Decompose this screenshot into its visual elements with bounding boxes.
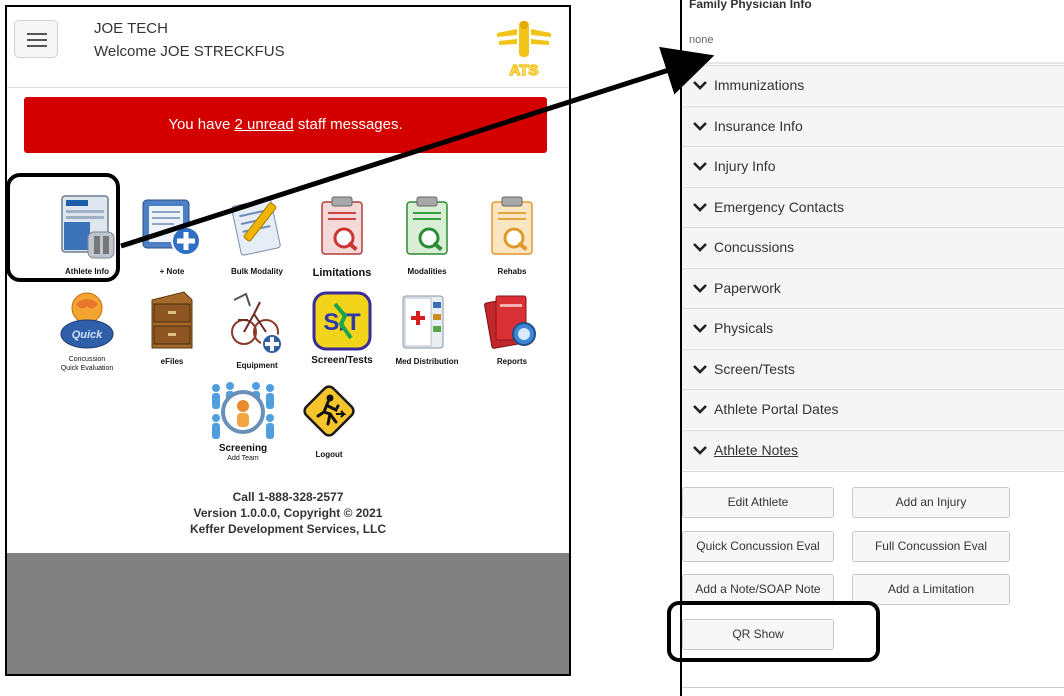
- section-label: Paperwork: [714, 280, 781, 296]
- user-name: JOE TECH: [94, 20, 168, 37]
- chevron-down-icon: [693, 203, 707, 212]
- section-label: Insurance Info: [714, 118, 803, 134]
- athlete-info-screen: Family Physician Info none Immunizations…: [680, 0, 1064, 696]
- tile-screening[interactable]: Screening Add Team: [198, 380, 288, 470]
- section-label: Physicals: [714, 320, 774, 336]
- full-concussion-eval-button[interactable]: Full Concussion Eval: [852, 531, 1010, 562]
- tile-reports[interactable]: Reports: [467, 290, 557, 380]
- chevron-down-icon: [693, 324, 707, 333]
- ats-logo: ATS: [497, 21, 551, 77]
- section-paperwork[interactable]: Paperwork: [682, 268, 1064, 308]
- section-emergency-contacts[interactable]: Emergency Contacts: [682, 187, 1064, 227]
- section-label: Injury Info: [714, 158, 776, 174]
- tile-label: Logout: [315, 450, 343, 459]
- reports-icon: [484, 295, 536, 349]
- quick-concussion-eval-button[interactable]: Quick Concussion Eval: [682, 531, 834, 562]
- tile-logout[interactable]: Logout: [284, 380, 374, 470]
- logout-icon: [303, 385, 355, 437]
- modalities-icon: [406, 196, 448, 255]
- note-icon: [142, 199, 201, 256]
- tile-screen-tests[interactable]: S/T Screen/Tests: [297, 290, 387, 380]
- section-screen-tests[interactable]: Screen/Tests: [682, 349, 1064, 389]
- welcome-text: Welcome JOE STRECKFUS: [94, 43, 285, 60]
- section-label: Concussions: [714, 239, 795, 255]
- company-name: Keffer Development Services, LLC: [189, 522, 387, 536]
- tile-label-main: Concussion: [68, 356, 106, 363]
- tile-label: Rehabs: [497, 267, 527, 276]
- family-physician-value: none: [689, 34, 714, 46]
- section-label: Athlete Portal Dates: [714, 401, 839, 417]
- chevron-down-icon: [693, 122, 707, 131]
- tile-rehabs[interactable]: Rehabs: [467, 194, 557, 284]
- ats-logo-text: ATS: [510, 62, 539, 77]
- hamburger-menu-button[interactable]: [14, 20, 58, 58]
- chevron-down-icon: [693, 405, 707, 414]
- rehabs-icon: [491, 196, 533, 255]
- section-physicals[interactable]: Physicals: [682, 308, 1064, 348]
- section-athlete-portal-dates[interactable]: Athlete Portal Dates: [682, 389, 1064, 429]
- support-phone: Call 1-888-328-2577: [232, 490, 344, 504]
- chevron-down-icon: [693, 81, 707, 90]
- section-immunizations[interactable]: Immunizations: [682, 65, 1064, 105]
- gray-footer-area: [7, 553, 569, 674]
- section-insurance-info[interactable]: Insurance Info: [682, 106, 1064, 146]
- efiles-icon: [151, 291, 193, 349]
- tile-med-distribution[interactable]: Med Distribution: [382, 290, 472, 380]
- unread-messages-link[interactable]: 2 unread: [235, 116, 294, 133]
- chevron-down-icon: [693, 365, 707, 374]
- concussion-icon: Quick: [60, 292, 114, 349]
- med-distribution-icon: [402, 295, 444, 349]
- bulk-modality-icon: [231, 198, 281, 256]
- family-physician-title: Family Physician Info: [689, 0, 812, 11]
- athlete-info-highlight: [6, 173, 120, 282]
- tile-label: Reports: [496, 357, 528, 366]
- athlete-notes-panel: Edit Athlete Add an Injury Quick Concuss…: [682, 471, 1064, 696]
- limitations-icon: [321, 196, 363, 255]
- chevron-down-icon: [693, 162, 707, 171]
- qr-show-highlight: [667, 601, 880, 662]
- section-label: Screen/Tests: [714, 361, 795, 377]
- section-label: Emergency Contacts: [714, 199, 844, 215]
- chevron-down-icon: [693, 446, 707, 455]
- section-concussions[interactable]: Concussions: [682, 227, 1064, 267]
- tile-label-main: Screening: [218, 443, 268, 454]
- section-label: Athlete Notes: [714, 442, 799, 458]
- chevron-down-icon: [693, 243, 707, 252]
- svg-text:Quick: Quick: [72, 329, 103, 341]
- app-header: JOE TECH Welcome JOE STRECKFUS ATS: [7, 7, 569, 88]
- screen-tests-icon: S/T: [312, 291, 372, 351]
- screening-icon: [212, 382, 274, 439]
- alert-suffix: staff messages.: [293, 116, 403, 133]
- equipment-icon: [231, 292, 283, 355]
- mobile-home-screen: JOE TECH Welcome JOE STRECKFUS ATS You h…: [5, 5, 571, 676]
- section-injury-info[interactable]: Injury Info: [682, 146, 1064, 186]
- version-text: Version 1.0.0.0, Copyright © 2021: [193, 506, 383, 520]
- add-injury-button[interactable]: Add an Injury: [852, 487, 1010, 518]
- edit-athlete-button[interactable]: Edit Athlete: [682, 487, 834, 518]
- tile-concussion[interactable]: Quick Concussion Quick Evaluation: [42, 290, 132, 380]
- section-athlete-notes[interactable]: Athlete Notes: [682, 430, 1064, 470]
- unread-messages-banner[interactable]: You have 2 unread staff messages.: [24, 97, 547, 153]
- footer-info: Call 1-888-328-2577 Version 1.0.0.0, Cop…: [7, 489, 569, 537]
- alert-prefix: You have: [168, 116, 235, 133]
- tile-equipment[interactable]: Equipment: [212, 290, 302, 380]
- section-label: Immunizations: [714, 77, 805, 93]
- chevron-down-icon: [693, 284, 707, 293]
- add-limitation-button[interactable]: Add a Limitation: [852, 574, 1010, 605]
